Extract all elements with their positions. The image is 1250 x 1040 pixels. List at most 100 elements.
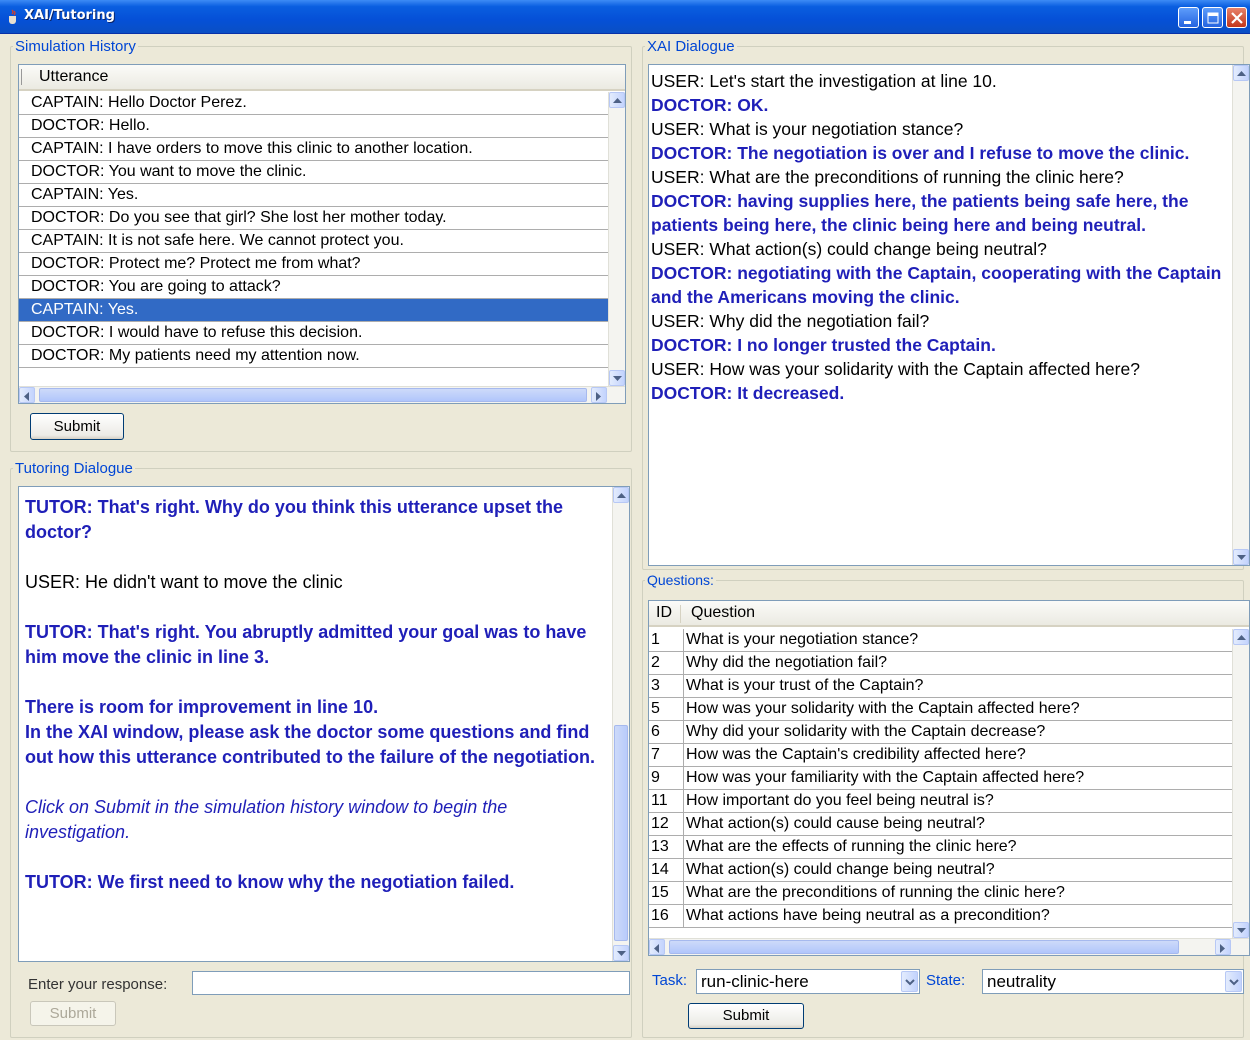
scroll-up-button[interactable] xyxy=(613,487,629,503)
question-id: 15 xyxy=(651,884,669,901)
question-text: How was your solidarity with the Captain… xyxy=(683,698,1080,720)
utterance-row[interactable]: DOCTOR: Do you see that girl? She lost h… xyxy=(19,207,608,230)
scroll-left-button[interactable] xyxy=(649,939,665,955)
utterance-row[interactable]: DOCTOR: My patients need my attention no… xyxy=(19,345,608,368)
vscroll-thumb[interactable] xyxy=(614,725,628,941)
utterance-list: CAPTAIN: Hello Doctor Perez. DOCTOR: Hell… xyxy=(19,92,608,368)
scroll-left-button[interactable] xyxy=(19,387,35,403)
scroll-right-icon xyxy=(596,392,601,401)
question-text: What are the preconditions of running th… xyxy=(683,882,1065,904)
scroll-down-button[interactable] xyxy=(613,945,629,961)
xai-dialogue-lines: USER: Let's start the investigation at l… xyxy=(651,69,1227,405)
tutoring-dialogue-text: TUTOR: That's right. Why do you think th… xyxy=(18,486,630,962)
xai-dialogue-text: USER: Let's start the investigation at l… xyxy=(648,64,1250,566)
response-submit-button[interactable]: Submit xyxy=(30,1001,116,1026)
tutoring-line: TUTOR: That's right. Why do you think th… xyxy=(25,497,563,542)
utterance-hscroll[interactable] xyxy=(19,386,625,403)
question-row[interactable]: 3 What is your trust of the Captain? xyxy=(649,675,1232,698)
questions-submit-button[interactable]: Submit xyxy=(688,1003,804,1029)
question-text: How was your familiarity with the Captai… xyxy=(683,767,1084,789)
doctor-line: DOCTOR: I no longer trusted the Captain. xyxy=(651,335,996,355)
utterance-vscroll[interactable] xyxy=(608,92,625,386)
question-row[interactable]: 15 What are the preconditions of running … xyxy=(649,882,1232,905)
utterance-column-header[interactable]: Utterance xyxy=(19,65,625,91)
doctor-line: DOCTOR: OK. xyxy=(651,95,769,115)
question-row[interactable]: 12 What action(s) could cause being neutr… xyxy=(649,813,1232,836)
java-cup-icon xyxy=(9,9,16,24)
question-id: 13 xyxy=(651,838,669,855)
scroll-up-button[interactable] xyxy=(1233,65,1249,81)
scroll-down-icon xyxy=(1237,555,1246,560)
scroll-right-button[interactable] xyxy=(591,387,607,403)
question-row[interactable]: 2 Why did the negotiation fail? xyxy=(649,652,1232,675)
scroll-up-button[interactable] xyxy=(1233,629,1249,645)
questions-list: 1 What is your negotiation stance? 2 Why di… xyxy=(649,629,1232,928)
utterance-row[interactable]: DOCTOR: I would have to refuse this deci… xyxy=(19,322,608,345)
scroll-up-icon xyxy=(613,98,622,103)
questions-vscroll[interactable] xyxy=(1232,629,1249,938)
scroll-up-button[interactable] xyxy=(609,92,625,108)
doctor-line: DOCTOR: It decreased. xyxy=(651,383,845,403)
utterance-row[interactable]: CAPTAIN: Hello Doctor Perez. xyxy=(19,92,608,115)
doctor-line: DOCTOR: The negotiation is over and I re… xyxy=(651,143,1190,163)
tutoring-dialogue-legend: Tutoring Dialogue xyxy=(15,460,133,477)
xai-vscroll[interactable] xyxy=(1232,65,1249,565)
scroll-right-button[interactable] xyxy=(1215,939,1231,955)
question-text: How important do you feel being neutral … xyxy=(683,790,994,812)
scroll-left-icon xyxy=(24,392,29,401)
utterance-row[interactable]: CAPTAIN: It is not safe here. We cannot … xyxy=(19,230,608,253)
question-id: 7 xyxy=(651,746,660,763)
scroll-down-button[interactable] xyxy=(609,370,625,386)
window-client: Simulation History Utterance CAPTAIN: He… xyxy=(6,34,1250,1040)
question-text: How was the Captain's credibility affect… xyxy=(683,744,1026,766)
history-submit-button[interactable]: Submit xyxy=(30,413,124,440)
state-dropdown-button[interactable] xyxy=(1225,971,1242,992)
utterance-row[interactable]: CAPTAIN: Yes. xyxy=(19,299,608,322)
scroll-down-button[interactable] xyxy=(1233,922,1249,938)
task-dropdown-button[interactable] xyxy=(901,971,918,992)
tutoring-vscroll[interactable] xyxy=(612,487,629,961)
question-row[interactable]: 1 What is your negotiation stance? xyxy=(649,629,1232,652)
questions-hscroll[interactable] xyxy=(649,938,1249,955)
question-row[interactable]: 16 What actions have being neutral as a p… xyxy=(649,905,1232,928)
question-row[interactable]: 6 Why did your solidarity with the Captai… xyxy=(649,721,1232,744)
question-row[interactable]: 5 How was your solidarity with the Captai… xyxy=(649,698,1232,721)
title-bar: XAI/Tutoring xyxy=(0,0,1250,34)
question-id: 6 xyxy=(651,723,660,740)
utterance-row[interactable]: DOCTOR: Protect me? Protect me from what… xyxy=(19,253,608,276)
hscroll-thumb[interactable] xyxy=(39,388,587,402)
scroll-down-button[interactable] xyxy=(1233,549,1249,565)
scroll-up-icon xyxy=(617,493,626,498)
question-id: 1 xyxy=(651,631,660,648)
question-text: What action(s) could cause being neutral… xyxy=(683,813,985,835)
question-row[interactable]: 7 How was the Captain's credibility affec… xyxy=(649,744,1232,767)
hscroll-thumb[interactable] xyxy=(669,940,1179,954)
question-row[interactable]: 14 What action(s) could change being neut… xyxy=(649,859,1232,882)
utterance-row[interactable]: DOCTOR: You are going to attack? xyxy=(19,276,608,299)
questions-table: ID Question 1 What is your negotiation st… xyxy=(648,600,1250,956)
user-line: USER: How was your solidarity with the C… xyxy=(651,359,1140,379)
user-line: USER: What action(s) could change being … xyxy=(651,239,1047,259)
utterance-row[interactable]: DOCTOR: Hello. xyxy=(19,115,608,138)
utterance-row[interactable]: CAPTAIN: Yes. xyxy=(19,184,608,207)
utterance-row[interactable]: DOCTOR: You want to move the clinic. xyxy=(19,161,608,184)
close-button[interactable] xyxy=(1226,7,1247,28)
question-row[interactable]: 11 How important do you feel being neutra… xyxy=(649,790,1232,813)
minimize-button[interactable] xyxy=(1178,7,1199,28)
questions-column-header[interactable]: ID Question xyxy=(649,601,1249,627)
user-line: USER: Why did the negotiation fail? xyxy=(651,311,930,331)
response-input[interactable] xyxy=(192,971,630,995)
question-row[interactable]: 13 What are the effects of running the cl… xyxy=(649,836,1232,859)
state-select[interactable]: neutrality xyxy=(982,969,1244,994)
question-text: What are the effects of running the clin… xyxy=(683,836,1017,858)
maximize-button[interactable] xyxy=(1202,7,1223,28)
task-select[interactable]: run-clinic-here xyxy=(696,969,920,994)
tutoring-line: In the XAI window, please ask the doctor… xyxy=(25,722,595,767)
question-text: Why did your solidarity with the Captain… xyxy=(683,721,1045,743)
tutoring-line: There is room for improvement in line 10… xyxy=(25,697,379,717)
question-row[interactable]: 9 How was your familiarity with the Capta… xyxy=(649,767,1232,790)
utterance-row[interactable]: CAPTAIN: I have orders to move this clin… xyxy=(19,138,608,161)
question-id: 12 xyxy=(651,815,669,832)
question-text: What actions have being neutral as a pre… xyxy=(683,905,1050,927)
scroll-down-icon xyxy=(617,951,626,956)
